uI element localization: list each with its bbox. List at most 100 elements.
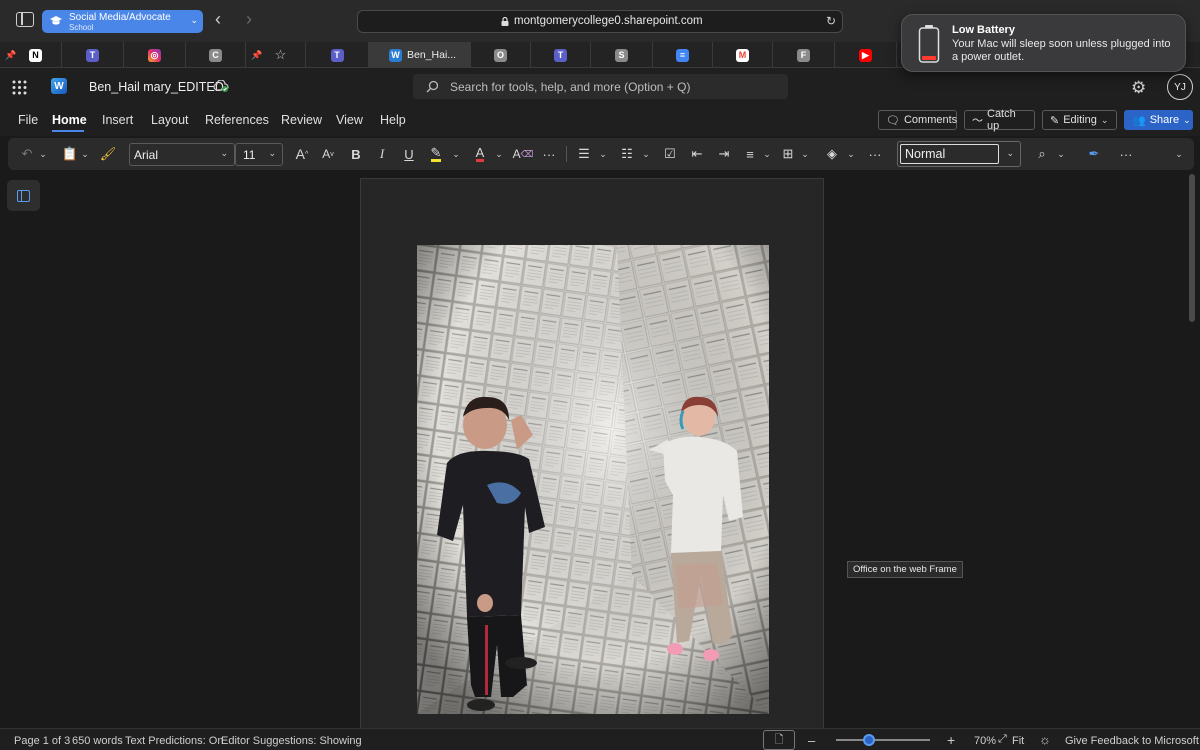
bullets-icon[interactable]: ☰	[576, 144, 592, 164]
pinned-tab[interactable]: 📌 N	[0, 42, 62, 68]
chevron-down-icon[interactable]: ⌄	[762, 144, 772, 164]
forward-button[interactable]: ›	[246, 9, 252, 30]
tab-help[interactable]: Help	[380, 113, 406, 127]
find-search-icon[interactable]: ⌕	[1034, 144, 1050, 164]
pinned-tab[interactable]: 📌 ☆	[246, 42, 306, 68]
tab-file[interactable]: File	[18, 113, 38, 127]
italic-icon[interactable]: I	[375, 144, 389, 164]
document-page[interactable]	[360, 178, 824, 738]
zoom-percent[interactable]: 70%	[974, 735, 996, 747]
document-title[interactable]: Ben_Hail mary_EDITED	[89, 80, 224, 94]
page-count[interactable]: Page 1 of 3	[14, 735, 70, 747]
highlight-icon[interactable]: ✎	[428, 144, 444, 164]
word-count[interactable]: 650 words	[72, 735, 123, 747]
chevron-down-icon[interactable]: ⌄	[494, 144, 504, 164]
tab-group-pill[interactable]: Social Media/Advocate School ⌄	[42, 10, 203, 33]
active-tab-underline	[52, 130, 84, 132]
search-box[interactable]: Search for tools, help, and more (Option…	[413, 74, 788, 99]
pinned-tab[interactable]: T	[62, 42, 124, 68]
chevron-down-icon[interactable]: ⌄	[38, 144, 48, 164]
sidebar-toggle-icon[interactable]	[16, 12, 34, 27]
pinned-tab[interactable]: S	[591, 42, 653, 68]
expand-ribbon-icon[interactable]: ⌄	[1172, 144, 1186, 164]
app-launcher-icon[interactable]	[12, 80, 27, 95]
underline-icon[interactable]: U	[402, 144, 416, 164]
chevron-down-icon[interactable]: ⌄	[598, 144, 608, 164]
pinned-tab[interactable]: T	[531, 42, 591, 68]
embedded-photo[interactable]	[417, 245, 769, 714]
pinned-tab[interactable]: C	[186, 42, 246, 68]
settings-gear-icon[interactable]: ⚙	[1131, 78, 1146, 98]
vertical-scrollbar[interactable]	[1189, 174, 1195, 322]
styles-dropdown[interactable]: Normal ⌄	[897, 141, 1021, 167]
increase-font-size-icon[interactable]: A ^	[294, 144, 310, 164]
chevron-down-icon[interactable]: ⌄	[80, 144, 90, 164]
text-predictions-status[interactable]: Text Predictions: On	[125, 735, 223, 747]
zoom-out-button[interactable]: –	[808, 733, 815, 748]
chevron-down-icon[interactable]: ⌄	[846, 144, 856, 164]
numbering-icon[interactable]: ☷	[619, 144, 635, 164]
pinned-tab[interactable]: M	[713, 42, 773, 68]
chevron-down-icon[interactable]: ⌄	[451, 144, 461, 164]
fit-button[interactable]: Fit	[1012, 735, 1024, 747]
pinned-tab[interactable]: O	[471, 42, 531, 68]
brightness-icon[interactable]: ☼	[1039, 732, 1051, 747]
more-paragraph-options-icon[interactable]: ···	[866, 144, 884, 164]
tab-insert[interactable]: Insert	[102, 113, 133, 127]
tab-review[interactable]: Review	[281, 113, 322, 127]
share-label: Share	[1149, 114, 1180, 126]
pinned-tab[interactable]: F	[773, 42, 835, 68]
chevron-down-icon[interactable]: ⌄	[641, 144, 651, 164]
more-options-icon[interactable]: ···	[1117, 144, 1135, 164]
zoom-slider[interactable]	[836, 734, 930, 746]
pinned-tab[interactable]: T	[306, 42, 369, 68]
format-painter-icon[interactable]: 🖌	[100, 144, 117, 164]
navigation-pane-toggle[interactable]	[7, 180, 40, 211]
decrease-indent-icon[interactable]: ⇤	[689, 144, 705, 164]
align-icon[interactable]: ≡	[742, 144, 758, 164]
bold-icon[interactable]: B	[349, 144, 363, 164]
tab-layout[interactable]: Layout	[151, 113, 189, 127]
zoom-in-button[interactable]: +	[947, 732, 955, 748]
view-mode-button[interactable]: 🗋	[763, 730, 795, 750]
undo-button[interactable]: ↶	[18, 144, 36, 164]
instagram-icon: ◎	[148, 48, 161, 62]
reload-icon[interactable]: ↻	[826, 14, 836, 28]
editor-pen-icon[interactable]: ✒	[1085, 144, 1103, 164]
clear-formatting-icon[interactable]: A ⌫	[513, 144, 534, 164]
notification-title: Low Battery	[952, 24, 1015, 36]
borders-icon[interactable]: ⊞	[780, 144, 796, 164]
editor-suggestions-status[interactable]: Editor Suggestions: Showing	[221, 735, 362, 747]
pinned-tab[interactable]: ◎	[124, 42, 186, 68]
font-color-icon[interactable]: A	[472, 144, 488, 164]
graduation-cap-icon	[49, 15, 63, 27]
user-avatar[interactable]: YJ	[1167, 74, 1193, 100]
address-bar[interactable]: montgomerycollege0.sharepoint.com ↻	[357, 10, 843, 33]
pinned-tab[interactable]: ≡	[653, 42, 713, 68]
checklist-icon[interactable]: ☑	[662, 144, 678, 164]
font-name-dropdown[interactable]: Arial ⌄	[129, 143, 235, 166]
more-font-options-icon[interactable]: ···	[540, 144, 558, 164]
comments-button[interactable]: 🗨 Comments	[878, 110, 957, 130]
battery-icon	[918, 24, 940, 64]
share-button[interactable]: 👥 Share ⌄	[1124, 110, 1193, 130]
decrease-font-size-icon[interactable]: Av	[320, 144, 336, 164]
editing-mode-button[interactable]: ✎ Editing ⌄	[1042, 110, 1117, 130]
tab-references[interactable]: References	[205, 113, 269, 127]
back-button[interactable]: ‹	[215, 9, 221, 30]
active-tab[interactable]: W Ben_Hai...	[369, 42, 471, 68]
increase-indent-icon[interactable]: ⇥	[716, 144, 732, 164]
font-size-dropdown[interactable]: 11 ⌄	[235, 143, 283, 166]
chevron-down-icon[interactable]: ⌄	[1056, 144, 1066, 164]
tab-home[interactable]: Home	[52, 113, 87, 127]
pinned-tab[interactable]: ▶	[835, 42, 897, 68]
shading-icon[interactable]: ◈	[823, 144, 841, 164]
clipboard-icon[interactable]: 📋	[62, 144, 78, 164]
low-battery-notification[interactable]: Low Battery Your Mac will sleep soon unl…	[901, 14, 1186, 72]
tab-view[interactable]: View	[336, 113, 363, 127]
chevron-down-icon[interactable]: ⌄	[800, 144, 810, 164]
youtube-icon: ▶	[859, 48, 872, 62]
catch-up-button[interactable]: 〜 Catch up	[964, 108, 1035, 132]
zoom-slider-thumb[interactable]	[862, 734, 875, 746]
feedback-link[interactable]: Give Feedback to Microsoft	[1065, 735, 1199, 747]
